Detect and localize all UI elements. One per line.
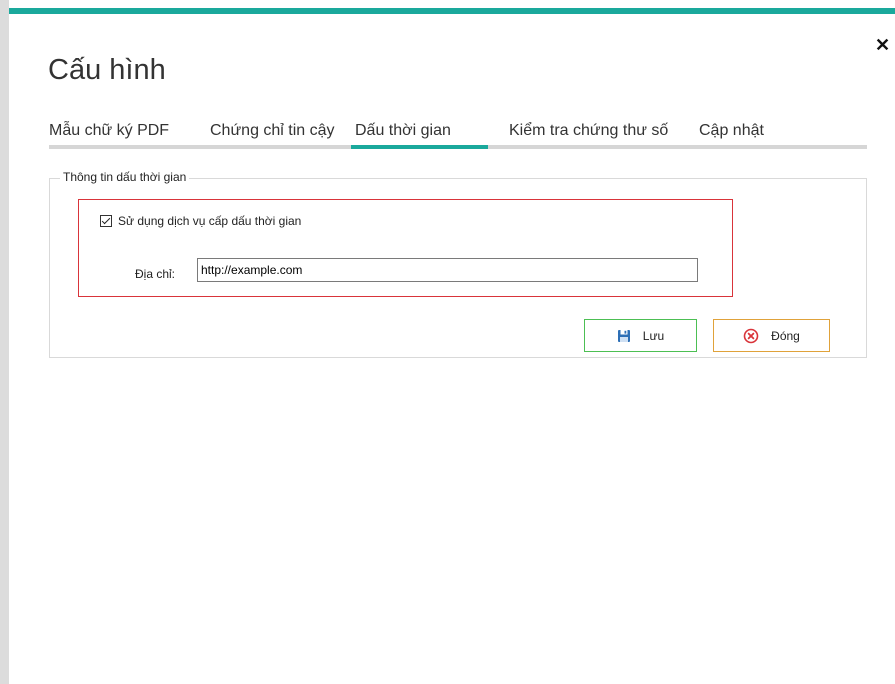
group-legend: Thông tin dấu thời gian [60,170,190,184]
use-timestamp-service-label: Sử dụng dịch vụ cấp dấu thời gian [118,214,302,228]
timestamp-settings-highlight: Sử dụng dịch vụ cấp dấu thời gian Địa ch… [78,199,733,297]
tab-bar: Mẫu chữ ký PDF Chứng chỉ tin cậy Dấu thờ… [49,110,867,148]
tab-timestamp[interactable]: Dấu thời gian [355,122,451,140]
address-input[interactable] [197,258,698,282]
close-button-label: Đóng [771,328,800,343]
active-tab-indicator [351,145,488,149]
save-button[interactable]: Lưu [584,319,697,352]
timestamp-info-group: Thông tin dấu thời gian Sử dụng dịch vụ … [49,170,867,358]
floppy-disk-icon [617,329,631,343]
save-button-label: Lưu [642,328,665,343]
address-label: Địa chỉ: [135,267,176,281]
tab-trusted-certificates[interactable]: Chứng chỉ tin cậy [210,122,335,140]
close-icon[interactable]: ✕ [875,36,890,54]
dialog-title: Cấu hình [48,54,166,86]
close-button[interactable]: Đóng [713,319,830,352]
settings-dialog: ✕ Cấu hình Mẫu chữ ký PDF Chứng chỉ tin … [9,8,895,684]
tab-pdf-signature-template[interactable]: Mẫu chữ ký PDF [49,122,169,140]
tab-update[interactable]: Cập nhật [699,122,764,140]
circle-x-icon [743,328,759,344]
background-window-edge [0,0,9,684]
use-timestamp-service-checkbox[interactable]: Sử dụng dịch vụ cấp dấu thời gian [100,214,301,228]
checkbox-checked-icon[interactable] [100,215,112,227]
tab-check-certificate[interactable]: Kiểm tra chứng thư số [509,122,668,140]
